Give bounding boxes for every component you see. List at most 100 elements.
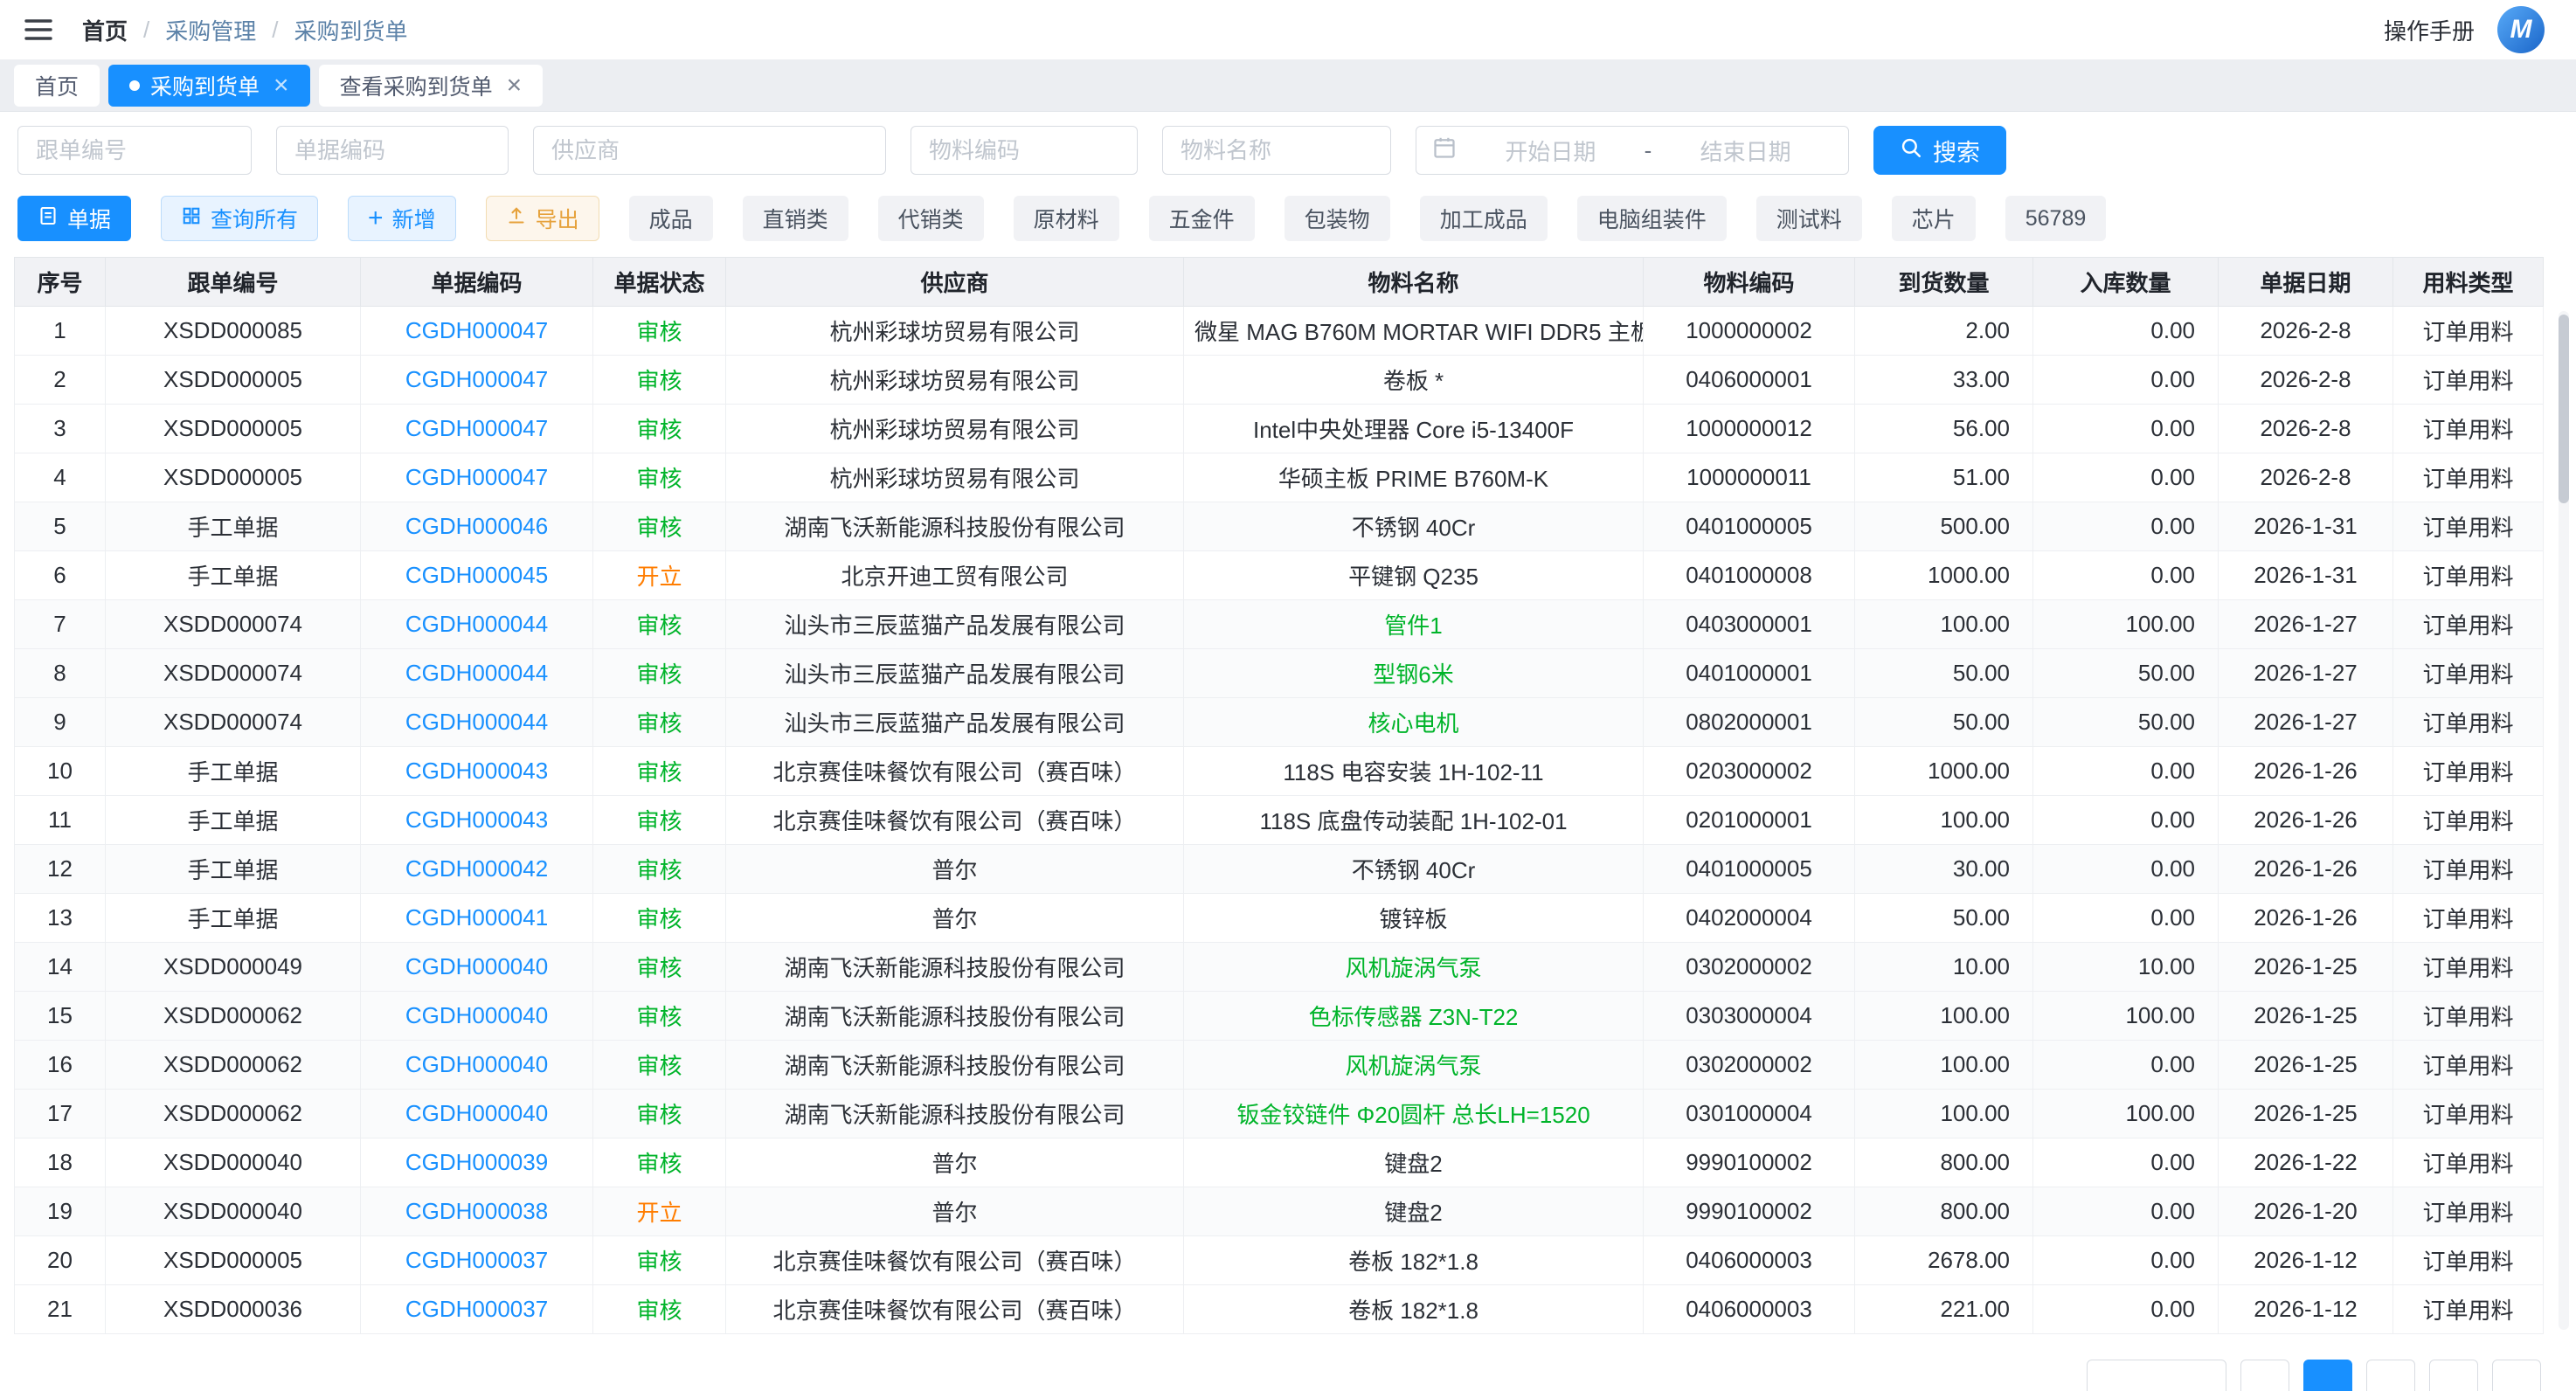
doc-code-link[interactable]: CGDH000041 bbox=[405, 904, 548, 931]
filter-input-supplier[interactable] bbox=[533, 126, 886, 175]
table-scrollbar-track[interactable] bbox=[2559, 311, 2569, 1330]
tab-close-icon[interactable]: × bbox=[507, 73, 523, 99]
table-row[interactable]: 8XSDD000074CGDH000044审核汕头市三辰蓝猫产品发展有限公司型钢… bbox=[15, 649, 2544, 698]
prev-page-button[interactable] bbox=[2240, 1360, 2289, 1391]
cell-doc-code[interactable]: CGDH000047 bbox=[361, 453, 593, 502]
category-button[interactable]: 测试料 bbox=[1756, 196, 1862, 241]
column-header[interactable]: 单据状态 bbox=[593, 258, 726, 307]
doc-code-link[interactable]: CGDH000046 bbox=[405, 513, 548, 539]
tab-view-purchase-arrival[interactable]: 查看采购到货单× bbox=[319, 65, 544, 107]
column-header[interactable]: 物料编码 bbox=[1644, 258, 1855, 307]
cell-doc-code[interactable]: CGDH000040 bbox=[361, 1090, 593, 1138]
category-button[interactable]: 加工成品 bbox=[1420, 196, 1548, 241]
table-row[interactable]: 10手工单据CGDH000043审核北京赛佳味餐饮有限公司（赛百味）118S 电… bbox=[15, 747, 2544, 796]
doc-code-link[interactable]: CGDH000047 bbox=[405, 317, 548, 343]
table-row[interactable]: 1XSDD000085CGDH000047审核杭州彩球坊贸易有限公司微星 MAG… bbox=[15, 307, 2544, 356]
document-button[interactable]: 单据 bbox=[17, 196, 131, 241]
category-button[interactable]: 代销类 bbox=[878, 196, 984, 241]
menu-toggle-icon[interactable] bbox=[21, 12, 56, 47]
table-row[interactable]: 20XSDD000005CGDH000037审核北京赛佳味餐饮有限公司（赛百味）… bbox=[15, 1236, 2544, 1285]
doc-code-link[interactable]: CGDH000039 bbox=[405, 1149, 548, 1175]
search-button[interactable]: 搜索 bbox=[1873, 126, 2006, 175]
cell-doc-code[interactable]: CGDH000037 bbox=[361, 1285, 593, 1334]
category-button[interactable]: 56789 bbox=[2005, 196, 2107, 241]
tab-home[interactable]: 首页 bbox=[14, 65, 100, 107]
table-row[interactable]: 11手工单据CGDH000043审核北京赛佳味餐饮有限公司（赛百味）118S 底… bbox=[15, 796, 2544, 845]
column-header[interactable]: 单据编码 bbox=[361, 258, 593, 307]
add-button[interactable]: + 新增 bbox=[348, 196, 456, 241]
doc-code-link[interactable]: CGDH000037 bbox=[405, 1247, 548, 1273]
column-header[interactable]: 跟单编号 bbox=[106, 258, 361, 307]
doc-code-link[interactable]: CGDH000038 bbox=[405, 1198, 548, 1224]
category-button[interactable]: 五金件 bbox=[1149, 196, 1255, 241]
cell-doc-code[interactable]: CGDH000038 bbox=[361, 1187, 593, 1236]
doc-code-link[interactable]: CGDH000044 bbox=[405, 660, 548, 686]
end-date-placeholder[interactable]: 结束日期 bbox=[1658, 135, 1832, 167]
column-header[interactable]: 供应商 bbox=[726, 258, 1184, 307]
table-row[interactable]: 19XSDD000040CGDH000038开立普尔键盘299901000028… bbox=[15, 1187, 2544, 1236]
filter-input-material-code[interactable] bbox=[911, 126, 1138, 175]
category-button[interactable]: 原材料 bbox=[1014, 196, 1119, 241]
breadcrumb-item[interactable]: 采购到货单 bbox=[294, 14, 408, 46]
cell-doc-code[interactable]: CGDH000044 bbox=[361, 649, 593, 698]
doc-code-link[interactable]: CGDH000040 bbox=[405, 953, 548, 979]
doc-code-link[interactable]: CGDH000047 bbox=[405, 415, 548, 441]
doc-code-link[interactable]: CGDH000040 bbox=[405, 1002, 548, 1028]
filter-input-doc-code[interactable] bbox=[276, 126, 509, 175]
export-button[interactable]: 导出 bbox=[486, 196, 599, 241]
table-row[interactable]: 7XSDD000074CGDH000044审核汕头市三辰蓝猫产品发展有限公司管件… bbox=[15, 600, 2544, 649]
table-row[interactable]: 9XSDD000074CGDH000044审核汕头市三辰蓝猫产品发展有限公司核心… bbox=[15, 698, 2544, 747]
table-row[interactable]: 6手工单据CGDH000045开立北京开迪工贸有限公司平键钢 Q23504010… bbox=[15, 551, 2544, 600]
breadcrumb-item[interactable]: 采购管理 bbox=[165, 14, 256, 46]
doc-code-link[interactable]: CGDH000043 bbox=[405, 806, 548, 833]
cell-doc-code[interactable]: CGDH000045 bbox=[361, 551, 593, 600]
category-button[interactable]: 直销类 bbox=[743, 196, 848, 241]
doc-code-link[interactable]: CGDH000042 bbox=[405, 855, 548, 882]
column-header[interactable]: 物料名称 bbox=[1184, 258, 1644, 307]
cell-doc-code[interactable]: CGDH000039 bbox=[361, 1138, 593, 1187]
table-row[interactable]: 21XSDD000036CGDH000037审核北京赛佳味餐饮有限公司（赛百味）… bbox=[15, 1285, 2544, 1334]
start-date-placeholder[interactable]: 开始日期 bbox=[1464, 135, 1638, 167]
table-row[interactable]: 17XSDD000062CGDH000040审核湖南飞沃新能源科技股份有限公司钣… bbox=[15, 1090, 2544, 1138]
filter-input-material-name[interactable] bbox=[1162, 126, 1391, 175]
cell-doc-code[interactable]: CGDH000040 bbox=[361, 943, 593, 992]
table-row[interactable]: 15XSDD000062CGDH000040审核湖南飞沃新能源科技股份有限公司色… bbox=[15, 992, 2544, 1041]
column-header[interactable]: 到货数量 bbox=[1855, 258, 2033, 307]
doc-code-link[interactable]: CGDH000037 bbox=[405, 1296, 548, 1322]
page-button[interactable] bbox=[2366, 1360, 2415, 1391]
doc-code-link[interactable]: CGDH000044 bbox=[405, 611, 548, 637]
cell-doc-code[interactable]: CGDH000041 bbox=[361, 894, 593, 943]
cell-doc-code[interactable]: CGDH000040 bbox=[361, 992, 593, 1041]
query-all-button[interactable]: 查询所有 bbox=[161, 196, 318, 241]
category-button[interactable]: 芯片 bbox=[1892, 196, 1976, 241]
current-page-button[interactable] bbox=[2303, 1360, 2352, 1391]
cell-doc-code[interactable]: CGDH000044 bbox=[361, 698, 593, 747]
column-header[interactable]: 单据日期 bbox=[2219, 258, 2393, 307]
filter-input-order-no[interactable] bbox=[17, 126, 252, 175]
table-row[interactable]: 16XSDD000062CGDH000040审核湖南飞沃新能源科技股份有限公司风… bbox=[15, 1041, 2544, 1090]
column-header[interactable]: 序号 bbox=[15, 258, 106, 307]
cell-doc-code[interactable]: CGDH000043 bbox=[361, 747, 593, 796]
table-row[interactable]: 18XSDD000040CGDH000039审核普尔键盘299901000028… bbox=[15, 1138, 2544, 1187]
cell-doc-code[interactable]: CGDH000037 bbox=[361, 1236, 593, 1285]
column-header[interactable]: 入库数量 bbox=[2033, 258, 2219, 307]
date-range-picker[interactable]: 开始日期 - 结束日期 bbox=[1416, 126, 1849, 175]
table-row[interactable]: 3XSDD000005CGDH000047审核杭州彩球坊贸易有限公司Intel中… bbox=[15, 405, 2544, 453]
cell-doc-code[interactable]: CGDH000042 bbox=[361, 845, 593, 894]
manual-link[interactable]: 操作手册 bbox=[2384, 14, 2475, 46]
table-row[interactable]: 14XSDD000049CGDH000040审核湖南飞沃新能源科技股份有限公司风… bbox=[15, 943, 2544, 992]
table-row[interactable]: 2XSDD000005CGDH000047审核杭州彩球坊贸易有限公司卷板 *04… bbox=[15, 356, 2544, 405]
next-page-button[interactable] bbox=[2492, 1360, 2541, 1391]
avatar[interactable]: M bbox=[2497, 6, 2545, 53]
page-button[interactable] bbox=[2429, 1360, 2478, 1391]
doc-code-link[interactable]: CGDH000047 bbox=[405, 464, 548, 490]
category-button[interactable]: 成品 bbox=[629, 196, 713, 241]
cell-doc-code[interactable]: CGDH000043 bbox=[361, 796, 593, 845]
table-row[interactable]: 12手工单据CGDH000042审核普尔不锈钢 40Cr040100000530… bbox=[15, 845, 2544, 894]
cell-doc-code[interactable]: CGDH000044 bbox=[361, 600, 593, 649]
table-scrollbar-thumb[interactable] bbox=[2559, 315, 2569, 503]
category-button[interactable]: 电脑组装件 bbox=[1577, 196, 1727, 241]
category-button[interactable]: 包装物 bbox=[1285, 196, 1390, 241]
tab-close-icon[interactable]: × bbox=[274, 73, 289, 99]
doc-code-link[interactable]: CGDH000043 bbox=[405, 758, 548, 784]
